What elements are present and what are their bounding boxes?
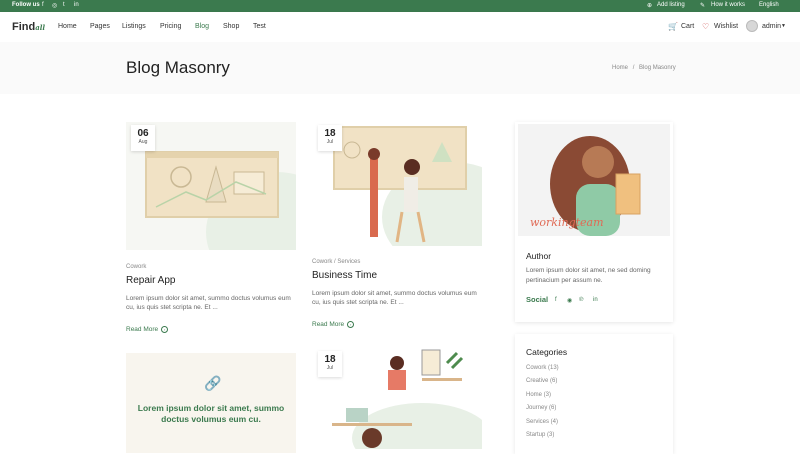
arrow-right-icon: › [161, 326, 169, 333]
how-it-works-icon: ✎ [700, 3, 706, 9]
date-badge: 18 Jul [318, 351, 342, 377]
dribbble-icon[interactable]: ◉ [567, 297, 572, 304]
nav-pages[interactable]: Pages [90, 23, 110, 30]
illustration-author: workingteam [530, 136, 641, 236]
breadcrumb-separator: / [632, 65, 635, 71]
heart-icon[interactable]: ♡ [702, 22, 709, 31]
logo[interactable]: Findall [12, 21, 45, 33]
post-excerpt: Lorem ipsum dolor sit amet, summo doctus… [126, 295, 291, 311]
date-month: Jul [326, 139, 334, 145]
instagram-icon[interactable]: ◎ [52, 2, 57, 9]
breadcrumb-current: Blog Masonry [639, 65, 676, 71]
main-nav: Findall Home Pages Listings Pricing Blog… [0, 12, 800, 42]
nav-test[interactable]: Test [253, 23, 266, 30]
category-item[interactable]: Services (4) [526, 419, 558, 425]
category-item[interactable]: Journey (6) [526, 405, 556, 411]
arrow-right-icon: › [347, 321, 355, 328]
category-item[interactable]: Home (3) [526, 392, 551, 398]
wishlist-link[interactable]: Wishlist [714, 23, 738, 30]
date-day: 06 [137, 128, 149, 139]
cart-link[interactable]: Cart [681, 23, 694, 30]
twitter-icon[interactable]: t [63, 2, 65, 8]
author-image: workingteam [518, 124, 670, 236]
categories-title: Categories [526, 347, 568, 357]
social-label: Social [526, 295, 549, 304]
date-month: Jul [326, 365, 334, 371]
follow-us-label: Follow us [12, 2, 40, 8]
quote-card[interactable]: 🔗 Lorem ipsum dolor sit amet, summo doct… [126, 353, 296, 453]
date-badge: 06 Aug [131, 125, 155, 151]
page-title: Blog Masonry [126, 58, 230, 77]
post-title[interactable]: Business Time [312, 270, 377, 281]
nav-listings[interactable]: Listings [122, 23, 146, 30]
breadcrumb: Home / Blog Masonry [612, 65, 676, 71]
cart-icon[interactable]: 🛒 [668, 22, 678, 31]
date-day: 18 [324, 354, 336, 365]
facebook-icon[interactable]: f [42, 2, 44, 8]
categories-widget: Categories Cowork (13) Creative (6) Home… [515, 334, 673, 454]
date-badge: 18 Jul [318, 125, 342, 151]
language-select[interactable]: English [759, 2, 779, 8]
date-day: 18 [324, 128, 336, 139]
author-title: Author [526, 251, 552, 261]
nav-home[interactable]: Home [58, 23, 77, 30]
avatar[interactable] [746, 20, 758, 32]
pinterest-icon[interactable]: ℗ [579, 297, 583, 303]
nav-pricing[interactable]: Pricing [160, 23, 181, 30]
read-more-link[interactable]: Read More › [312, 321, 355, 328]
link-icon: 🔗 [204, 375, 222, 391]
nav-shop[interactable]: Shop [223, 23, 239, 30]
read-more-link[interactable]: Read More › [126, 326, 169, 333]
category-item[interactable]: Creative (6) [526, 378, 557, 384]
author-script-text: workingteam [530, 216, 604, 229]
category-item[interactable]: Startup (3) [526, 432, 554, 438]
category-item[interactable]: Cowork (13) [526, 365, 559, 371]
top-bar: Follow us f ◎ t in ⊕ Add listing ✎ How i… [0, 0, 800, 12]
linkedin-icon[interactable]: in [593, 297, 598, 303]
linkedin-icon[interactable]: in [74, 2, 79, 8]
post-category[interactable]: Cowork [126, 264, 146, 270]
author-bio: Lorem ipsum dolor sit amet, ne sed domin… [526, 267, 651, 284]
chevron-down-icon[interactable]: ▼ [781, 23, 786, 29]
page-header: Blog Masonry Home / Blog Masonry [0, 42, 800, 94]
nav-blog[interactable]: Blog [195, 23, 209, 30]
post-category[interactable]: Cowork / Services [312, 259, 360, 265]
facebook-icon[interactable]: f [555, 297, 557, 303]
post-excerpt: Lorem ipsum dolor sit amet, summo doctus… [312, 290, 477, 306]
quote-text: Lorem ipsum dolor sit amet, summo doctus… [137, 403, 285, 424]
breadcrumb-home[interactable]: Home [612, 65, 628, 71]
author-widget: workingteam Author Lorem ipsum dolor sit… [515, 122, 673, 322]
date-month: Aug [138, 139, 148, 145]
user-menu[interactable]: admin [762, 23, 781, 30]
add-listing-link[interactable]: Add listing [657, 2, 685, 8]
post-title[interactable]: Repair App [126, 275, 175, 286]
add-listing-icon: ⊕ [647, 3, 653, 9]
how-it-works-link[interactable]: How it works [711, 2, 745, 8]
